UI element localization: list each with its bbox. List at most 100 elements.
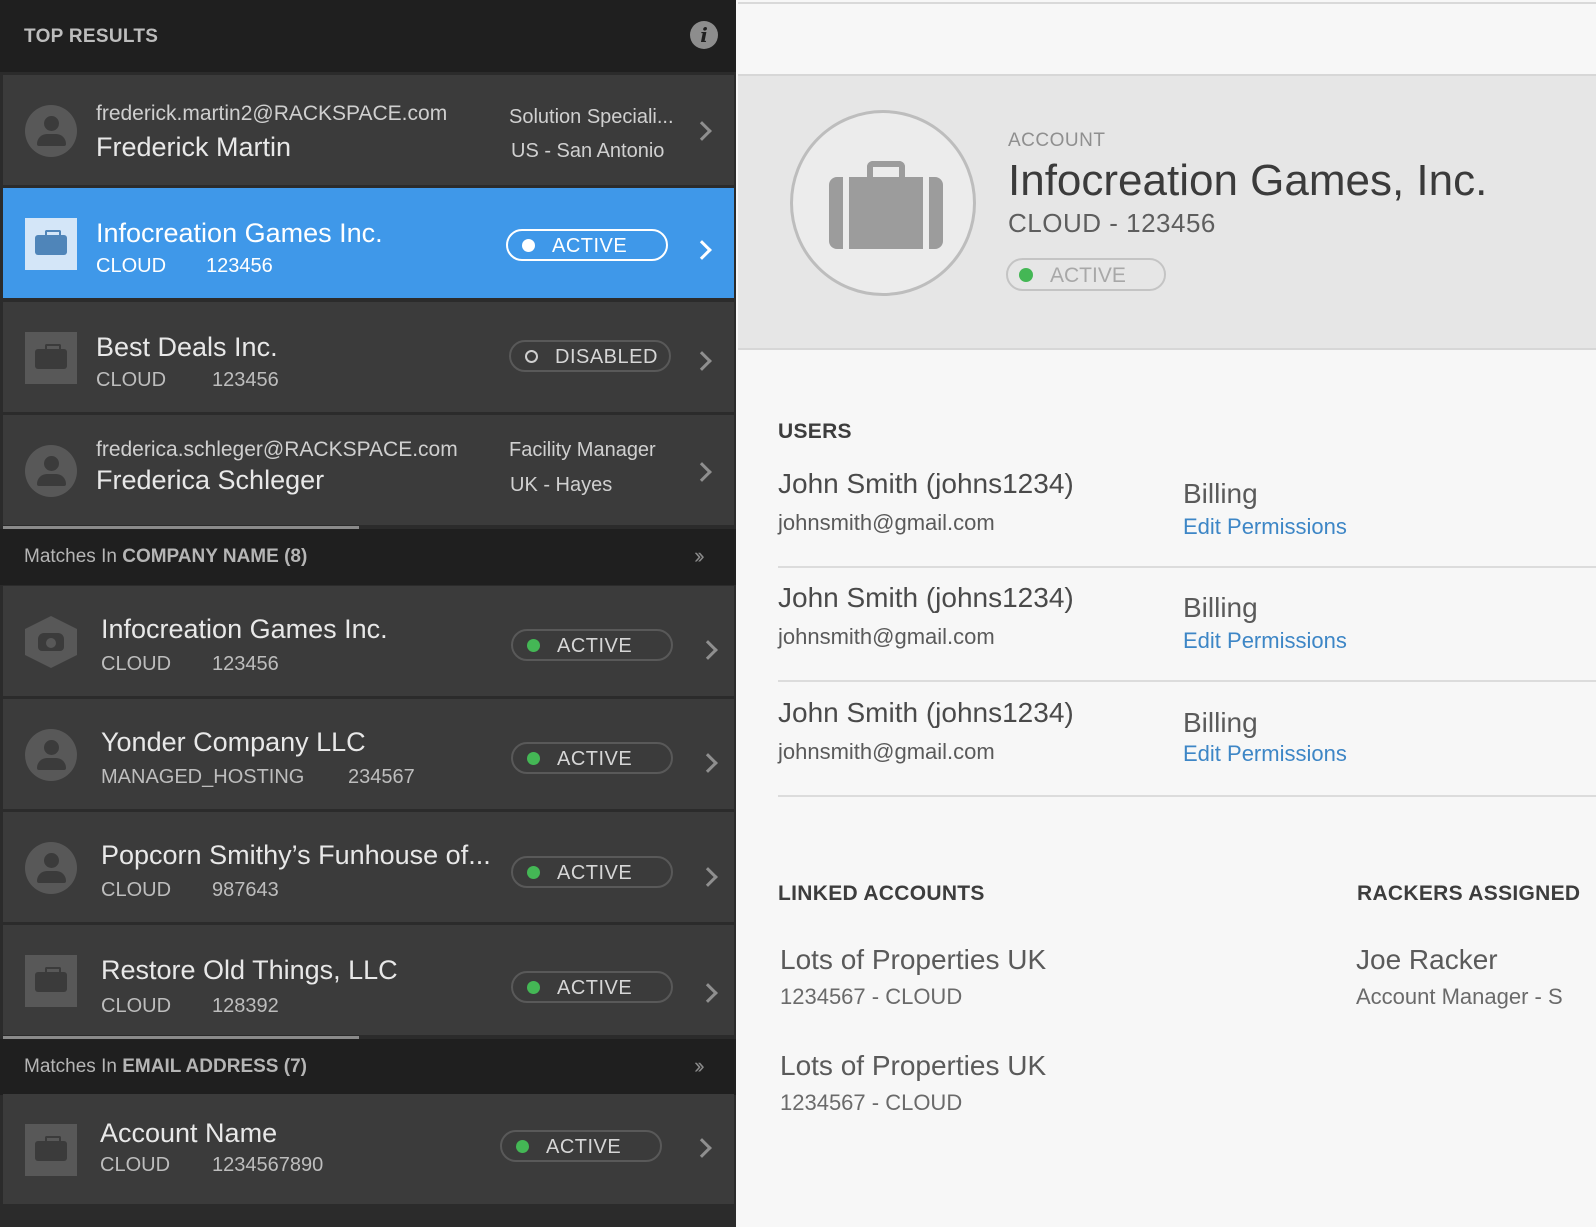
user-avatar-icon: [25, 842, 77, 894]
linked-accounts-heading: LINKED ACCOUNTS: [778, 882, 985, 905]
result-row-account[interactable]: Infocreation Games Inc. CLOUD 123456 ACT…: [3, 586, 734, 696]
user-email: johnsmith@gmail.com: [778, 624, 995, 649]
account-type: CLOUD: [96, 369, 167, 391]
section-email-address[interactable]: Matches In EMAIL ADDRESS (7) ››: [0, 1039, 736, 1095]
chevron-right-icon: [698, 753, 718, 773]
section-company-name[interactable]: Matches In COMPANY NAME (8) ››: [0, 529, 736, 585]
edit-permissions-link[interactable]: Edit Permissions: [1183, 514, 1347, 540]
result-row-account[interactable]: Popcorn Smithy’s Funhouse of... CLOUD 98…: [3, 812, 734, 922]
chevron-right-icon: [692, 121, 712, 141]
result-row-account[interactable]: Yonder Company LLC MANAGED_HOSTING 23456…: [3, 699, 734, 809]
users-heading: USERS: [778, 420, 852, 443]
account-title: Infocreation Games, Inc.: [1008, 156, 1488, 205]
edit-permissions-link[interactable]: Edit Permissions: [1183, 628, 1347, 654]
info-icon[interactable]: i: [690, 21, 718, 49]
chevron-right-icon: [698, 640, 718, 660]
status-badge: ACTIVE: [506, 229, 668, 261]
account-name: Infocreation Games Inc.: [101, 614, 388, 644]
user-avatar-icon: [25, 729, 77, 781]
account-type: CLOUD: [101, 995, 172, 1017]
account-label: ACCOUNT: [1008, 130, 1106, 151]
top-divider: [738, 2, 1596, 4]
account-number: 123456: [212, 653, 279, 675]
status-dot-icon: [525, 350, 538, 363]
status-dot-icon: [516, 1140, 529, 1153]
section-title: Matches In COMPANY NAME (8): [24, 546, 308, 567]
briefcase-icon: [829, 161, 943, 249]
user-name: John Smith (johns1234): [778, 582, 1074, 613]
result-row-account[interactable]: Account Name CLOUD 1234567890 ACTIVE: [3, 1094, 734, 1204]
account-number: 128392: [212, 995, 279, 1017]
double-chevron-right-icon[interactable]: ››: [694, 1053, 704, 1079]
chevron-right-icon: [698, 867, 718, 887]
account-number: 234567: [348, 766, 415, 788]
double-chevron-right-icon[interactable]: ››: [694, 543, 704, 569]
edit-permissions-link[interactable]: Edit Permissions: [1183, 741, 1347, 767]
result-row-account[interactable]: Restore Old Things, LLC CLOUD 128392 ACT…: [3, 925, 734, 1035]
chevron-right-icon: [698, 983, 718, 1003]
account-name: Restore Old Things, LLC: [101, 955, 398, 985]
briefcase-icon: [25, 1124, 77, 1176]
status-badge: ACTIVE: [500, 1130, 662, 1162]
chevron-right-icon: [692, 240, 712, 260]
status-dot-icon: [522, 239, 535, 252]
account-name: Infocreation Games Inc.: [96, 218, 383, 248]
account-header: ACCOUNT Infocreation Games, Inc. CLOUD -…: [738, 74, 1596, 350]
account-number: 987643: [212, 879, 279, 901]
user-role: Facility Manager: [509, 439, 656, 461]
user-role: Solution Speciali...: [509, 106, 674, 128]
status-dot-icon: [527, 981, 540, 994]
account-type: MANAGED_HOSTING: [101, 766, 305, 788]
user-avatar-icon: [25, 445, 77, 497]
status-dot-icon: [527, 639, 540, 652]
account-number: 1234567890: [212, 1154, 324, 1176]
search-results-panel: TOP RESULTS i frederick.martin2@RACKSPAC…: [0, 0, 736, 1227]
status-dot-icon: [1019, 268, 1033, 282]
status-badge: ACTIVE: [511, 971, 673, 1003]
result-row-user[interactable]: frederica.schleger@RACKSPACE.com Frederi…: [3, 415, 734, 525]
top-results-header: TOP RESULTS i: [0, 0, 736, 72]
user-email: frederick.martin2@RACKSPACE.com: [96, 102, 448, 125]
chevron-right-icon: [692, 462, 712, 482]
account-type: CLOUD: [96, 255, 167, 277]
user-email: frederica.schleger@RACKSPACE.com: [96, 438, 458, 461]
user-row: John Smith (johns1234) johnsmith@gmail.c…: [778, 454, 1596, 568]
account-name: Account Name: [100, 1118, 278, 1148]
user-name: Frederica Schleger: [96, 465, 325, 495]
account-detail-panel: ACCOUNT Infocreation Games, Inc. CLOUD -…: [738, 0, 1596, 1227]
account-type: CLOUD: [101, 879, 172, 901]
result-row-account-selected[interactable]: Infocreation Games Inc. CLOUD 123456 ACT…: [3, 188, 734, 298]
user-role: Billing: [1183, 707, 1258, 738]
briefcase-icon: [25, 955, 77, 1007]
status-dot-icon: [527, 752, 540, 765]
result-row-user[interactable]: frederick.martin2@RACKSPACE.com Frederic…: [3, 75, 734, 185]
status-badge: ACTIVE: [511, 856, 673, 888]
result-row-account[interactable]: Best Deals Inc. CLOUD 123456 DISABLED: [3, 302, 734, 412]
linked-account-item[interactable]: Lots of Properties UK 1234567 - CLOUD: [780, 944, 1046, 1010]
rackers-assigned-heading: RACKERS ASSIGNED: [1357, 882, 1581, 905]
account-name: Best Deals Inc.: [96, 332, 278, 362]
user-name: John Smith (johns1234): [778, 697, 1074, 728]
account-type: CLOUD: [100, 1154, 171, 1176]
user-email: johnsmith@gmail.com: [778, 510, 995, 535]
user-row: John Smith (johns1234) johnsmith@gmail.c…: [778, 683, 1596, 797]
status-badge: ACTIVE: [511, 742, 673, 774]
account-type: CLOUD: [101, 653, 172, 675]
status-badge: DISABLED: [509, 340, 671, 372]
user-avatar-icon: [25, 105, 77, 157]
account-name: Popcorn Smithy’s Funhouse of...: [101, 840, 491, 870]
account-type-number: CLOUD - 123456: [1008, 208, 1216, 238]
status-dot-icon: [527, 866, 540, 879]
user-location: UK - Hayes: [510, 474, 613, 496]
status-badge: ACTIVE: [511, 629, 673, 661]
briefcase-icon: [25, 218, 77, 270]
user-row: John Smith (johns1234) johnsmith@gmail.c…: [778, 568, 1596, 682]
racker-role: Account Manager - S: [1356, 984, 1563, 1009]
chevron-right-icon: [692, 1138, 712, 1158]
phone-icon: [25, 616, 77, 668]
linked-account-item[interactable]: Lots of Properties UK 1234567 - CLOUD: [780, 1050, 1046, 1116]
user-role: Billing: [1183, 478, 1258, 509]
user-role: Billing: [1183, 592, 1258, 623]
account-name: Yonder Company LLC: [101, 727, 366, 757]
account-avatar: [790, 110, 976, 296]
